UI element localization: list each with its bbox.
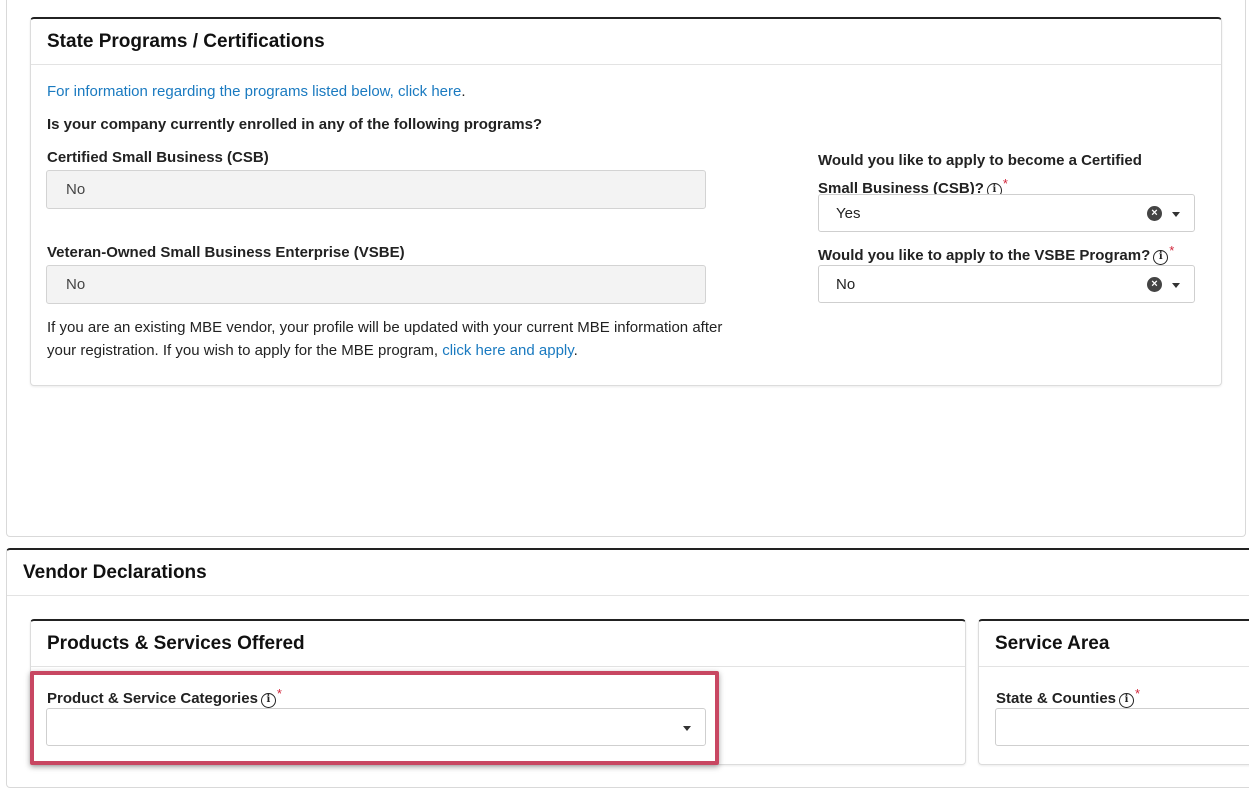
apply-vsbe-label: Would you like to apply to the VSBE Prog… bbox=[818, 243, 1175, 265]
apply-csb-value: Yes bbox=[836, 204, 861, 222]
required-asterisk: * bbox=[1135, 686, 1141, 701]
clear-icon[interactable]: × bbox=[1147, 277, 1162, 292]
enrollment-question: Is your company currently enrolled in an… bbox=[47, 116, 543, 133]
state-counties-label: State & Counties i * bbox=[996, 686, 1141, 708]
vsbe-field: No bbox=[46, 265, 706, 304]
apply-csb-select[interactable]: Yes × bbox=[818, 194, 1195, 232]
vendor-declarations-title: Vendor Declarations bbox=[7, 550, 1249, 596]
apply-vsbe-value: No bbox=[836, 275, 856, 293]
service-area-title: Service Area bbox=[979, 621, 1249, 667]
products-services-title: Products & Services Offered bbox=[31, 621, 965, 667]
csb-value: No bbox=[66, 181, 86, 198]
vsbe-value: No bbox=[66, 276, 86, 293]
info-icon[interactable]: i bbox=[1119, 693, 1135, 708]
clear-icon[interactable]: × bbox=[1147, 206, 1162, 221]
csb-label: Certified Small Business (CSB) bbox=[47, 149, 269, 166]
vsbe-label: Veteran-Owned Small Business Enterprise … bbox=[47, 244, 405, 261]
required-asterisk: * bbox=[1002, 176, 1008, 191]
programs-info-link[interactable]: For information regarding the programs l… bbox=[47, 83, 461, 100]
csb-field: No bbox=[46, 170, 706, 209]
info-icon[interactable]: i bbox=[1153, 250, 1169, 265]
chevron-down-icon[interactable] bbox=[1172, 212, 1180, 217]
chevron-down-icon[interactable] bbox=[1172, 283, 1180, 288]
mbe-apply-link[interactable]: click here and apply bbox=[442, 342, 573, 359]
apply-vsbe-select[interactable]: No × bbox=[818, 265, 1195, 303]
apply-csb-label: Would you like to apply to become a Cert… bbox=[818, 152, 1142, 198]
state-programs-title: State Programs / Certifications bbox=[31, 19, 1221, 65]
state-counties-select[interactable] bbox=[995, 708, 1249, 746]
mbe-notice: If you are an existing MBE vendor, your … bbox=[47, 319, 723, 359]
highlight-box bbox=[30, 671, 719, 765]
info-line: For information regarding the programs l… bbox=[47, 83, 466, 100]
required-asterisk: * bbox=[1169, 243, 1175, 258]
